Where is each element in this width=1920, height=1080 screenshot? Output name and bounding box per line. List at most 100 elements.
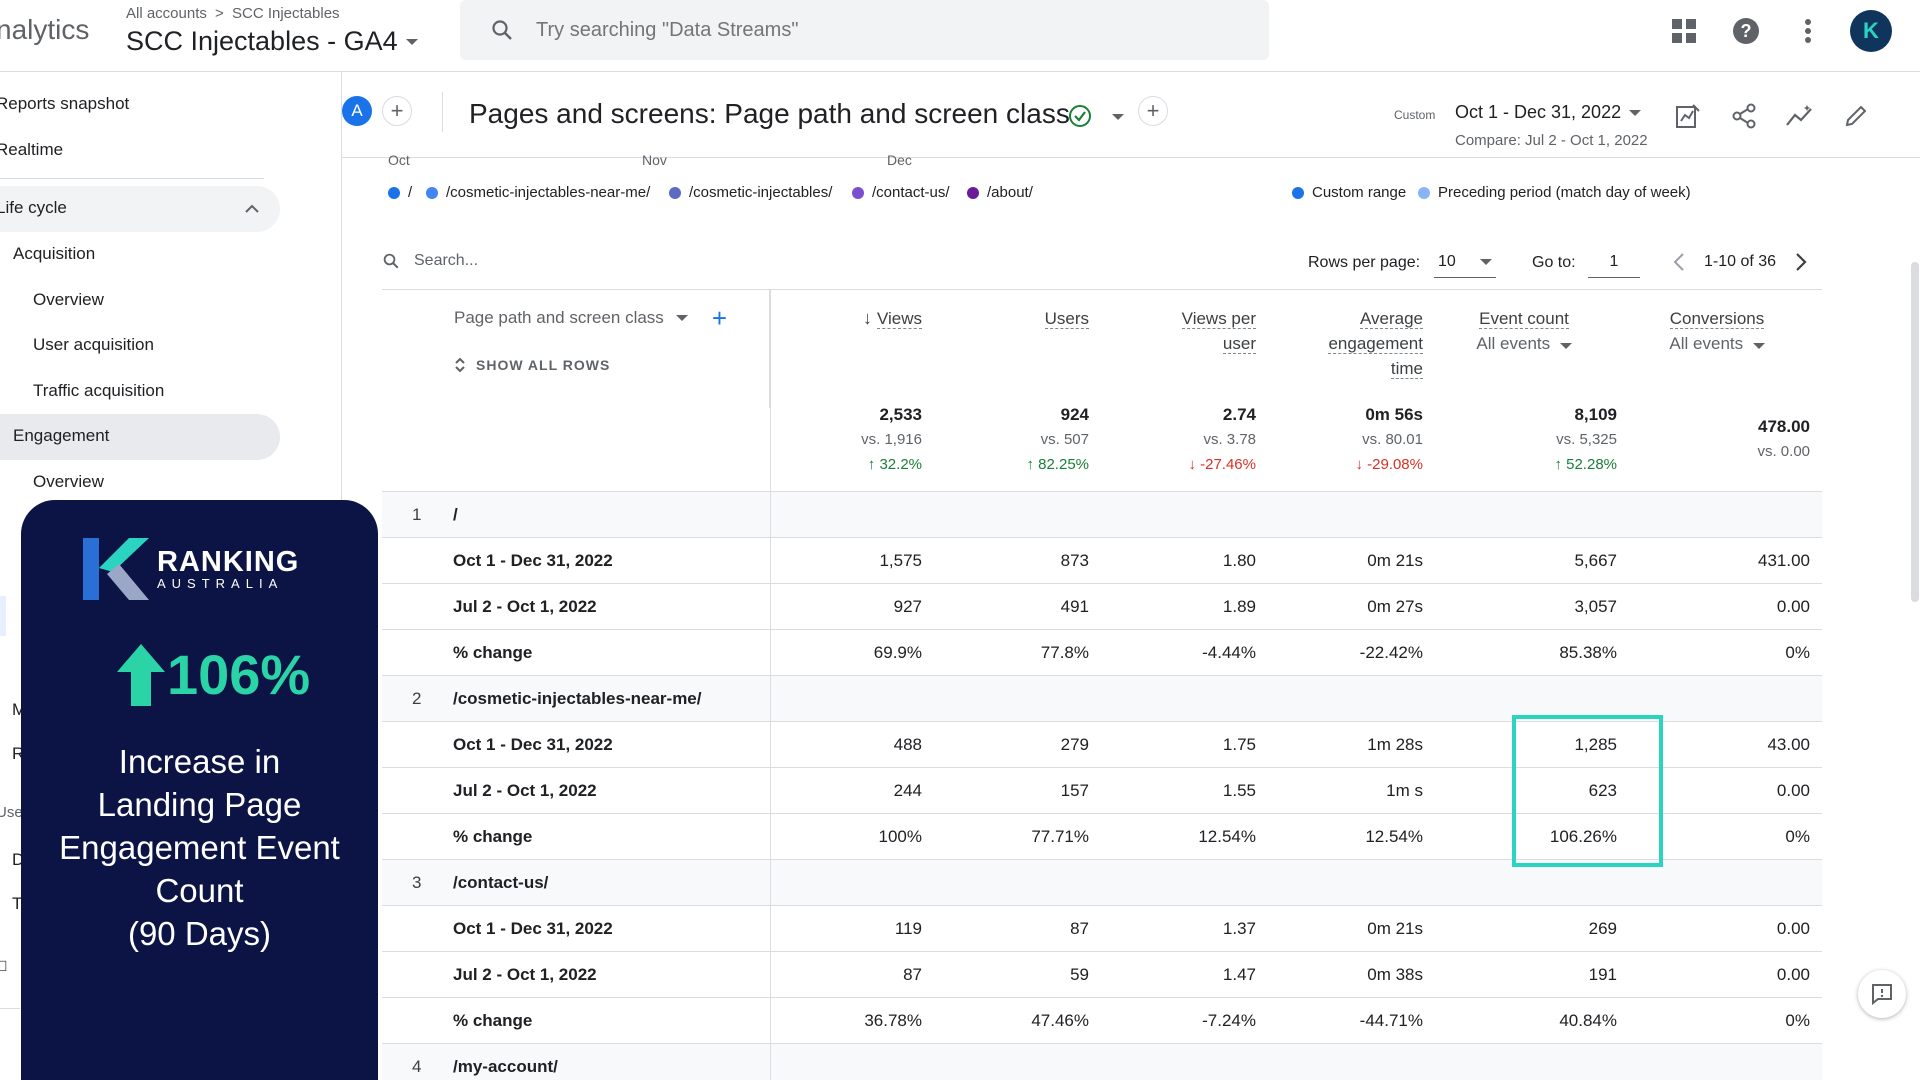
sidebar-item-traffic-acquisition[interactable]: Traffic acquisition xyxy=(33,381,164,401)
total-conversions: 478.00 vs. 0.00 xyxy=(1757,414,1810,464)
table-group-row[interactable]: 1/ xyxy=(382,492,1822,538)
cell-avg-engagement-time: 0m 21s xyxy=(1367,919,1423,939)
rows-per-page-label: Rows per page: xyxy=(1308,254,1420,272)
legend-item[interactable]: Custom range xyxy=(1292,184,1406,201)
sidebar-item-reports-snapshot[interactable]: Reports snapshot xyxy=(0,94,129,114)
sidebar-item-engagement: Engagement xyxy=(13,426,109,446)
cell-views: 1,575 xyxy=(879,551,922,571)
column-header-label: engagement xyxy=(1328,334,1423,354)
share-icon[interactable] xyxy=(1728,100,1760,132)
cell-conversions: 0.00 xyxy=(1777,919,1810,939)
show-all-rows-button[interactable]: SHOW ALL ROWS xyxy=(454,356,610,374)
app-name: nalytics xyxy=(0,14,89,46)
legend-dot-icon xyxy=(1418,187,1430,199)
breadcrumb-property[interactable]: SCC Injectables xyxy=(232,5,340,22)
legend-item[interactable]: / xyxy=(388,184,412,201)
table-search[interactable]: Search... xyxy=(382,252,478,270)
cell-event-count: 85.38% xyxy=(1559,643,1617,663)
conversion-filter-select[interactable]: All events xyxy=(1642,331,1792,356)
add-report-button[interactable]: + xyxy=(1138,96,1168,126)
account-avatar[interactable]: K xyxy=(1850,10,1892,52)
column-header-views-per-user[interactable]: Views per user xyxy=(1116,306,1256,356)
table-row: % change100%77.71%12.54%12.54%106.26%0% xyxy=(382,814,1822,860)
event-filter-select[interactable]: All events xyxy=(1449,331,1599,356)
column-divider xyxy=(770,814,771,859)
page-path[interactable]: /cosmetic-injectables-near-me/ xyxy=(453,689,701,709)
cell-avg-engagement-time: -44.71% xyxy=(1360,1011,1423,1031)
column-header-users[interactable]: Users xyxy=(949,306,1089,331)
promo-stat-value: 106% xyxy=(167,642,310,707)
breadcrumb-account[interactable]: All accounts xyxy=(126,5,207,22)
scrollbar[interactable] xyxy=(1911,262,1919,602)
column-header-views[interactable]: ↓ Views xyxy=(782,306,922,331)
edit-pencil-icon[interactable] xyxy=(1840,100,1872,132)
legend-label: Custom range xyxy=(1312,184,1406,201)
column-header-label: time xyxy=(1391,359,1423,379)
date-custom-label: Custom xyxy=(1394,108,1435,122)
chevron-left-icon[interactable] xyxy=(1672,252,1686,272)
goto-label: Go to: xyxy=(1532,254,1576,272)
insights-icon[interactable] xyxy=(1784,100,1816,132)
check-circle-icon[interactable] xyxy=(1068,104,1092,128)
dimension-header[interactable]: Page path and screen class + xyxy=(454,308,727,328)
table-row: % change36.78%47.46%-7.24%-44.71%40.84%0… xyxy=(382,998,1822,1044)
page-path[interactable]: /contact-us/ xyxy=(453,873,548,893)
apps-grid-icon[interactable] xyxy=(1664,11,1704,51)
header-actions: ? K xyxy=(1664,10,1892,52)
cell-views-per-user: 12.54% xyxy=(1198,827,1256,847)
column-header-label: Average xyxy=(1360,309,1423,329)
search-input[interactable] xyxy=(536,19,1136,42)
table-group-row[interactable]: 2/cosmetic-injectables-near-me/ xyxy=(382,676,1822,722)
cell-views-per-user: 1.55 xyxy=(1223,781,1256,801)
property-selector[interactable]: SCC Injectables - GA4 xyxy=(126,26,418,57)
sidebar-item-acquisition[interactable]: Acquisition xyxy=(13,244,95,264)
column-header-avg-engagement-time[interactable]: Average engagement time xyxy=(1283,306,1423,381)
legend-item[interactable]: /cosmetic-injectables-near-me/ xyxy=(426,184,650,201)
promo-line: Increase in xyxy=(21,740,378,783)
table-header: Page path and screen class + SHOW ALL RO… xyxy=(382,290,1822,408)
help-icon[interactable]: ? xyxy=(1726,11,1766,51)
report-tools xyxy=(1672,100,1872,132)
add-dimension-icon[interactable]: + xyxy=(712,308,727,328)
table-group-row[interactable]: 4/my-account/ xyxy=(382,1044,1822,1080)
more-vert-icon[interactable] xyxy=(1788,11,1828,51)
row-label: Oct 1 - Dec 31, 2022 xyxy=(453,735,613,755)
ranking-k-logo-icon xyxy=(83,538,149,600)
totals-row: 2,533 vs. 1,916 ↑ 32.2% 924 vs. 507 ↑ 82… xyxy=(382,408,1822,492)
cell-users: 873 xyxy=(1061,551,1089,571)
table-body: 1/Oct 1 - Dec 31, 2022 1,575 873 1.80 0m 21s… xyxy=(382,492,1822,1080)
cell-views-per-user: 1.80 xyxy=(1223,551,1256,571)
goto-input[interactable]: 1 xyxy=(1588,246,1640,278)
caret-down-icon[interactable] xyxy=(1112,114,1124,120)
legend-item[interactable]: Preceding period (match day of week) xyxy=(1418,184,1691,201)
add-comparison-button[interactable]: + xyxy=(382,96,412,126)
page-path[interactable]: / xyxy=(453,505,458,525)
column-header-conversions[interactable]: Conversions All events xyxy=(1642,306,1792,356)
feedback-button[interactable] xyxy=(1858,970,1906,1018)
search-bar[interactable] xyxy=(460,0,1269,60)
legend-label: /contact-us/ xyxy=(872,184,950,201)
legend-item[interactable]: /about/ xyxy=(967,184,1033,201)
customize-report-icon[interactable] xyxy=(1672,100,1704,132)
page-path[interactable]: /my-account/ xyxy=(453,1057,558,1077)
rows-per-page-select[interactable]: 10 xyxy=(1434,246,1496,278)
table-row: Jul 2 - Oct 1, 202287591.470m 38s1910.00 xyxy=(382,952,1822,998)
page-info: 1-10 of 36 xyxy=(1704,253,1776,271)
column-header-event-count[interactable]: Event count All events xyxy=(1449,306,1599,356)
table-group-row[interactable]: 3/contact-us/ xyxy=(382,860,1822,906)
sidebar-item-acquisition-overview[interactable]: Overview xyxy=(33,290,104,310)
legend-item[interactable]: /cosmetic-injectables/ xyxy=(669,184,832,201)
sidebar-item-realtime[interactable]: Realtime xyxy=(0,140,63,160)
chevron-up-icon[interactable] xyxy=(244,202,260,214)
chevron-right-icon[interactable] xyxy=(1794,252,1808,272)
row-index: 4 xyxy=(412,1057,421,1077)
sidebar-cut-item: □ xyxy=(0,956,6,976)
row-label: % change xyxy=(453,827,532,847)
chevron-right-icon: > xyxy=(215,5,224,22)
row-label: Oct 1 - Dec 31, 2022 xyxy=(453,551,613,571)
date-range-selector[interactable]: Oct 1 - Dec 31, 2022 xyxy=(1455,102,1641,123)
legend-item[interactable]: /contact-us/ xyxy=(852,184,950,201)
comparison-badge[interactable]: A xyxy=(342,96,372,126)
sidebar-item-engagement-overview[interactable]: Overview xyxy=(33,472,104,492)
sidebar-item-user-acquisition[interactable]: User acquisition xyxy=(33,335,154,355)
